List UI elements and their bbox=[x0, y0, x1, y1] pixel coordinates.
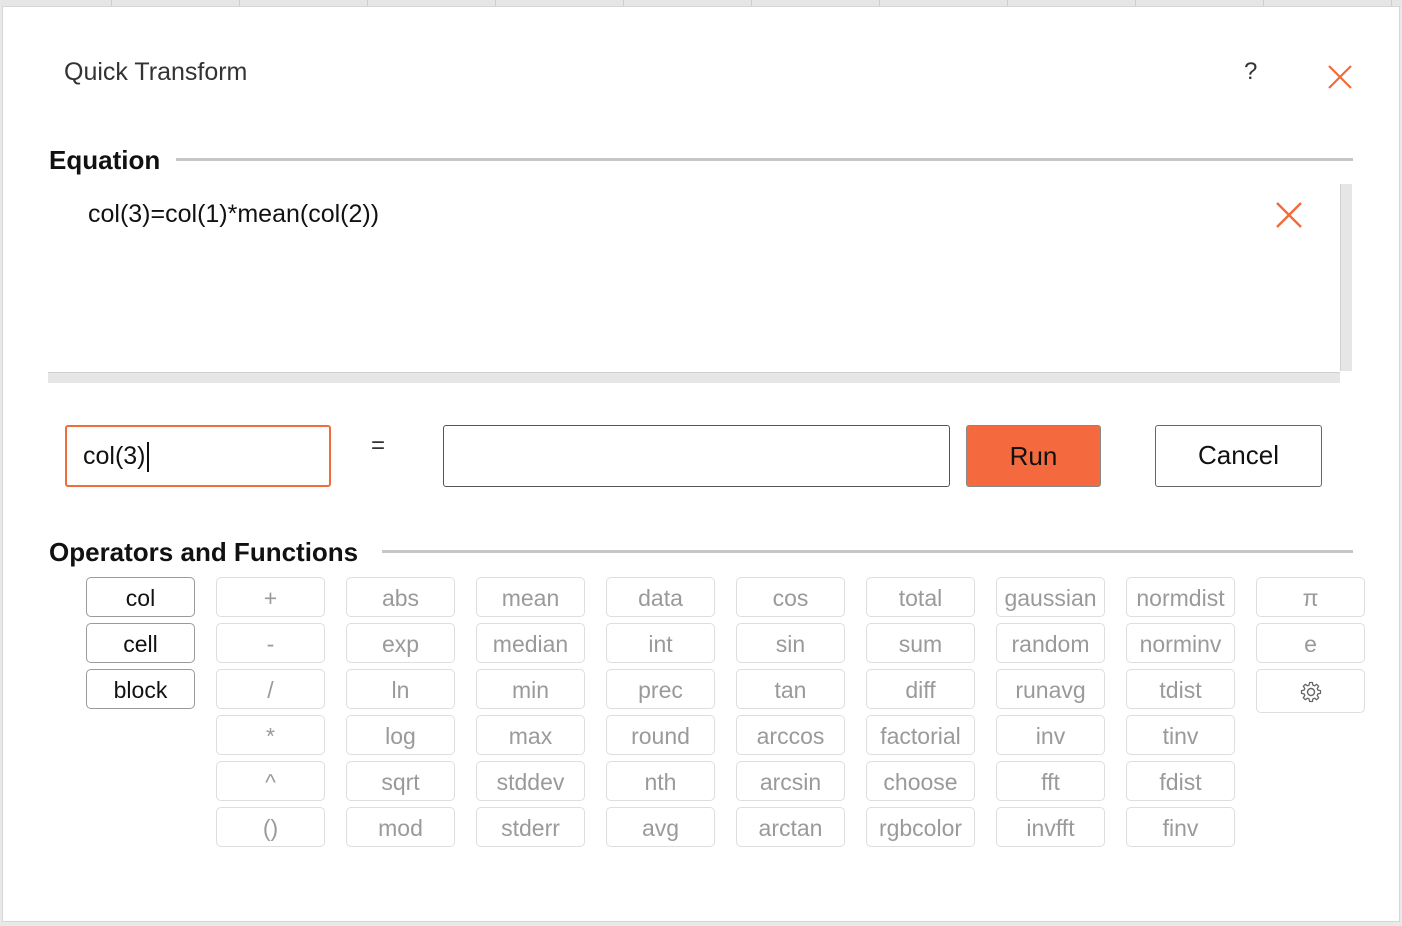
function-button[interactable]: stddev bbox=[476, 761, 585, 801]
equation-text: col(3)=col(1)*mean(col(2)) bbox=[88, 200, 380, 228]
function-button[interactable]: tan bbox=[736, 669, 845, 709]
function-button[interactable]: finv bbox=[1126, 807, 1235, 847]
function-button[interactable]: round bbox=[606, 715, 715, 755]
function-button[interactable]: mean bbox=[476, 577, 585, 617]
functions-section-divider bbox=[382, 550, 1353, 553]
settings-button[interactable] bbox=[1256, 669, 1365, 713]
function-button[interactable]: ln bbox=[346, 669, 455, 709]
function-button[interactable]: data bbox=[606, 577, 715, 617]
function-button[interactable]: ^ bbox=[216, 761, 325, 801]
function-button[interactable]: fft bbox=[996, 761, 1105, 801]
function-button[interactable]: abs bbox=[346, 577, 455, 617]
function-button[interactable]: max bbox=[476, 715, 585, 755]
expression-input[interactable] bbox=[443, 425, 950, 487]
close-icon[interactable] bbox=[1326, 63, 1354, 91]
function-button[interactable]: sum bbox=[866, 623, 975, 663]
function-button[interactable]: cos bbox=[736, 577, 845, 617]
function-button[interactable]: π bbox=[1256, 577, 1365, 617]
function-button[interactable]: block bbox=[86, 669, 195, 709]
function-button[interactable]: sin bbox=[736, 623, 845, 663]
function-button[interactable]: tdist bbox=[1126, 669, 1235, 709]
function-button[interactable]: fdist bbox=[1126, 761, 1235, 801]
function-button[interactable]: mod bbox=[346, 807, 455, 847]
text-caret bbox=[146, 442, 149, 473]
equation-vertical-scrollbar[interactable] bbox=[1340, 184, 1352, 371]
functions-section-title: Operators and Functions bbox=[49, 537, 369, 568]
function-button[interactable]: arccos bbox=[736, 715, 845, 755]
function-button[interactable]: prec bbox=[606, 669, 715, 709]
target-column-value: col(3) bbox=[83, 442, 146, 470]
equals-sign: = bbox=[371, 432, 386, 459]
function-button[interactable]: + bbox=[216, 577, 325, 617]
function-button[interactable]: avg bbox=[606, 807, 715, 847]
function-button[interactable]: total bbox=[866, 577, 975, 617]
run-button[interactable]: Run bbox=[966, 425, 1101, 487]
function-button[interactable]: gaussian bbox=[996, 577, 1105, 617]
function-button[interactable]: arcsin bbox=[736, 761, 845, 801]
function-button[interactable]: choose bbox=[866, 761, 975, 801]
function-button[interactable]: () bbox=[216, 807, 325, 847]
function-button[interactable]: arctan bbox=[736, 807, 845, 847]
help-icon[interactable]: ? bbox=[1244, 58, 1257, 86]
function-button[interactable]: median bbox=[476, 623, 585, 663]
function-button[interactable]: invfft bbox=[996, 807, 1105, 847]
function-button[interactable]: * bbox=[216, 715, 325, 755]
function-button[interactable]: diff bbox=[866, 669, 975, 709]
function-button[interactable]: e bbox=[1256, 623, 1365, 663]
equation-horizontal-scrollbar[interactable] bbox=[48, 372, 1340, 383]
function-button[interactable]: rgbcolor bbox=[866, 807, 975, 847]
cancel-button[interactable]: Cancel bbox=[1155, 425, 1322, 487]
gear-icon bbox=[1300, 681, 1321, 703]
function-button[interactable]: tinv bbox=[1126, 715, 1235, 755]
equation-section-title: Equation bbox=[49, 145, 171, 176]
function-button[interactable]: runavg bbox=[996, 669, 1105, 709]
function-button[interactable]: cell bbox=[86, 623, 195, 663]
function-button[interactable]: factorial bbox=[866, 715, 975, 755]
function-button[interactable]: normdist bbox=[1126, 577, 1235, 617]
function-button[interactable]: / bbox=[216, 669, 325, 709]
function-button[interactable]: log bbox=[346, 715, 455, 755]
function-button[interactable]: inv bbox=[996, 715, 1105, 755]
equation-section-divider bbox=[176, 158, 1353, 161]
function-button[interactable]: sqrt bbox=[346, 761, 455, 801]
function-button[interactable]: norminv bbox=[1126, 623, 1235, 663]
function-button[interactable]: min bbox=[476, 669, 585, 709]
function-button[interactable]: nth bbox=[606, 761, 715, 801]
function-button[interactable]: random bbox=[996, 623, 1105, 663]
function-button[interactable]: stderr bbox=[476, 807, 585, 847]
function-button[interactable]: exp bbox=[346, 623, 455, 663]
clear-equation-icon[interactable] bbox=[1274, 200, 1304, 230]
function-button[interactable]: - bbox=[216, 623, 325, 663]
function-button[interactable]: int bbox=[606, 623, 715, 663]
function-button[interactable]: col bbox=[86, 577, 195, 617]
target-column-input[interactable]: col(3) bbox=[65, 425, 331, 487]
dialog-title: Quick Transform bbox=[64, 58, 248, 86]
